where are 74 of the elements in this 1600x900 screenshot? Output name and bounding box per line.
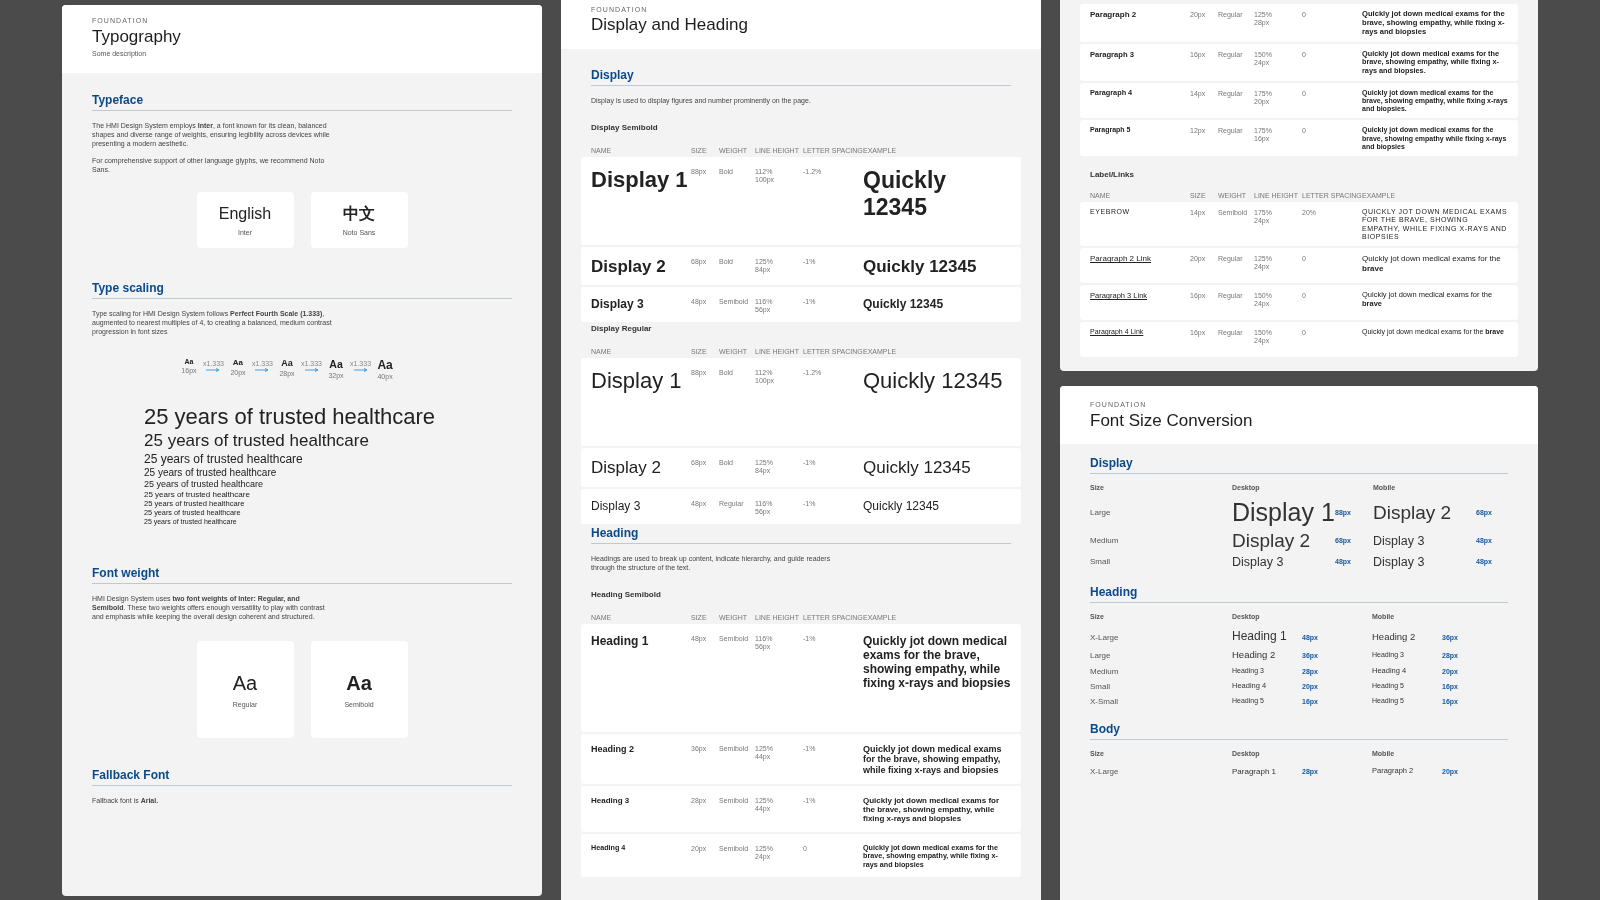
size-name: Large — [1090, 508, 1112, 518]
panel-title: Display and Heading — [591, 14, 748, 36]
style-sample: Heading 1 — [1232, 630, 1288, 644]
style-sample: Display 3 — [1232, 554, 1285, 570]
scale-sample-text: 25 years of trusted healthcare — [144, 404, 436, 432]
group-title: Display Regular — [591, 324, 653, 335]
table-cell-text: Quickly jot down medical exams for the brave — [1362, 254, 1502, 274]
table-cell-text: Quickly 12345 — [863, 167, 948, 222]
section-heading: Type scaling — [92, 281, 512, 299]
size-name: Medium — [1090, 536, 1120, 546]
scale-sample: Aa — [232, 358, 244, 368]
table-cell-text: Heading 3 — [591, 795, 631, 806]
font-sample: English — [218, 204, 272, 223]
section-heading: Fallback Font — [92, 768, 512, 787]
style-sample: Display 3 — [1373, 533, 1426, 549]
table-cell-text: Display 1 — [591, 368, 683, 395]
scale-sample-text: 25 years of trusted healthcare — [144, 478, 264, 490]
style-sample: Heading 2 — [1232, 649, 1277, 661]
size-name: Small — [1090, 681, 1111, 691]
table-cell-text: Display 3 — [591, 498, 642, 514]
section-heading: Typeface — [92, 93, 512, 111]
scale-sample-text: 25 years of trusted healthcare — [144, 451, 303, 467]
weight-sample: Aa — [346, 671, 372, 694]
style-sample: Display 2 — [1373, 501, 1453, 524]
table-cell-text: Quickly jot down medical exams for the brave, showing empathy, while fixing x-rays and biopsies — [863, 743, 1003, 776]
panel-title: Typography — [92, 26, 181, 48]
table-cell-text: Display 2 — [591, 257, 667, 278]
table-cell: Quickly jot down medical exams for the brave, showing empathy, while fixing x-rays and biopsies — [863, 633, 1011, 691]
section-heading: Font weight — [92, 566, 512, 585]
scale-sample: Aa — [377, 358, 393, 373]
size-name: X-Large — [1090, 632, 1120, 642]
size-name: X-Large — [1090, 766, 1120, 776]
table-cell-text: Paragraph 2 — [1090, 10, 1138, 20]
style-sample: Heading 2 — [1372, 631, 1417, 643]
table-cell-text: Quickly 12345 — [863, 368, 1004, 395]
size-name: Medium — [1090, 666, 1120, 676]
arrow-icon — [206, 368, 221, 372]
style-sample: Paragraph 1 — [1232, 766, 1278, 777]
panel-title: Font Size Conversion — [1090, 410, 1253, 433]
section-heading: Display — [591, 68, 1011, 86]
scale-sample: Aa — [281, 358, 293, 369]
size-name: Large — [1090, 650, 1112, 660]
scale-sample-text: 25 years of trusted healthcare — [144, 466, 277, 479]
table-cell-text: Quickly 12345 — [863, 297, 945, 312]
table-cell-text: Heading 2 — [591, 743, 635, 755]
size-name: X-Small — [1090, 696, 1119, 706]
table-cell-text: Quickly 12345 — [863, 498, 941, 513]
section-heading: Heading — [1090, 585, 1508, 604]
table-cell-text: Quickly 12345 — [863, 257, 978, 278]
arrow-icon — [304, 368, 319, 372]
font-sample: 中文 — [343, 204, 375, 223]
table-cell-text: Heading 1 — [591, 633, 650, 649]
size-name: Small — [1090, 557, 1111, 567]
table-cell-text: Quickly 12345 — [863, 458, 972, 479]
arrow-icon — [255, 368, 270, 372]
section-heading: Display — [1090, 456, 1508, 475]
scale-sample-text: 25 years of trusted healthcare — [144, 489, 250, 500]
group-title: Label/Links — [1090, 170, 1135, 181]
scale-sample: Aa — [329, 358, 343, 371]
table-cell-text: Display 2 — [591, 458, 662, 479]
table-cell-text: Display 3 — [591, 297, 645, 312]
group-title: Heading Semibold — [591, 589, 662, 600]
scale-sample-text: 25 years of trusted healthcare — [144, 431, 369, 452]
weight-sample: Aa — [232, 671, 258, 694]
style-sample: Display 1 — [1232, 498, 1335, 527]
section-heading: Heading — [591, 525, 1011, 544]
section-heading: Body — [1090, 721, 1508, 740]
style-sample: Display 2 — [1232, 529, 1312, 552]
group-title: Display Semibold — [591, 123, 659, 133]
arrow-icon — [353, 368, 368, 372]
table-cell-text: Display 1 — [591, 167, 689, 194]
table-cell-text: Quickly jot down medical exams for the brave, showing empathy, while fixing x-rays and biopsies — [863, 795, 1001, 824]
style-sample: Display 3 — [1373, 554, 1426, 570]
table-cell-text: Paragraph 2 Link — [1090, 254, 1152, 264]
